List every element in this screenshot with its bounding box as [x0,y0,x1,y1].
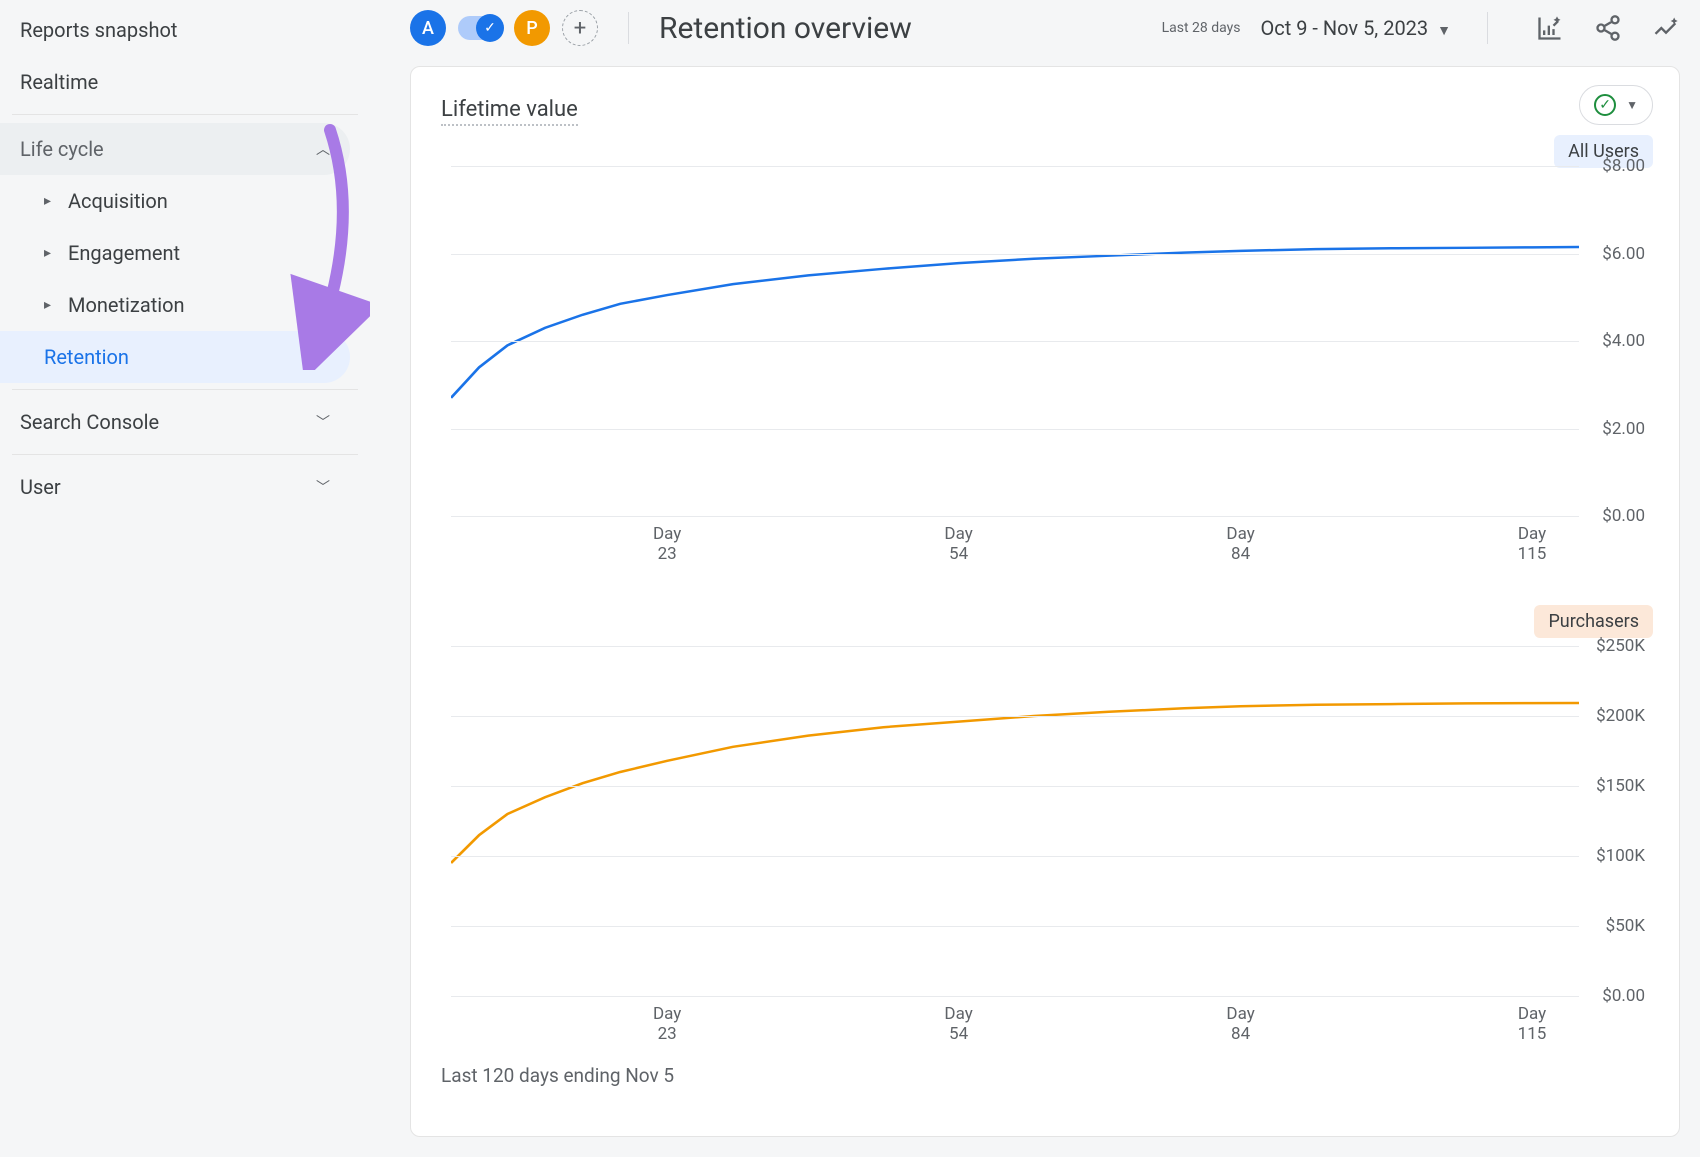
x-axis-label: Day23 [653,1004,681,1045]
main: A P + Retention overview Last 28 days Oc… [370,0,1700,1157]
segment-avatar-purchasers[interactable]: P [514,10,550,46]
gridline [451,646,1579,647]
x-axis: Day23 Day54 Day84 Day115 [451,1004,1579,1046]
x-axis-label: Day54 [944,1004,972,1045]
customize-report-icon[interactable] [1536,14,1564,42]
divider [12,114,358,115]
x-axis-label: Day115 [1518,1004,1547,1045]
plot-purchasers: $0.00$50K$100K$150K$200K$250K [451,646,1579,996]
date-range-prefix: Last 28 days [1162,20,1241,36]
sidebar-item-engagement[interactable]: Engagement [0,227,350,279]
x-axis-label: Day54 [944,524,972,565]
gridline [451,856,1579,857]
divider [12,454,358,455]
x-axis: Day23 Day54 Day84 Day115 [451,524,1579,566]
chip-purchasers[interactable]: Purchasers [1534,605,1653,638]
gridline [451,254,1579,255]
y-axis-label: $100K [1596,846,1645,866]
y-axis-label: $2.00 [1602,419,1645,439]
share-icon[interactable] [1594,14,1622,42]
chart-purchasers: $0.00$50K$100K$150K$200K$250K Day23 Day54… [441,646,1649,1046]
gridline [451,429,1579,430]
plot-all-users: $0.00$2.00$4.00$6.00$8.00 [451,166,1579,516]
divider [1487,12,1488,44]
add-segment-button[interactable]: + [562,10,598,46]
check-circle-icon: ✓ [1594,94,1616,116]
card-title: Lifetime value [441,97,578,126]
y-axis-label: $150K [1596,776,1645,796]
chart-footnote: Last 120 days ending Nov 5 [441,1064,1649,1087]
y-axis-label: $0.00 [1602,986,1645,1006]
gridline [451,926,1579,927]
sidebar-item-monetization[interactable]: Monetization [0,279,350,331]
chevron-down-icon: ﹀ [316,477,330,497]
chevron-down-icon: ▼ [1437,23,1451,39]
sidebar-item-reports-snapshot[interactable]: Reports snapshot [0,4,350,56]
y-axis-label: $250K [1596,636,1645,656]
x-axis-label: Day115 [1518,524,1547,565]
sidebar-section-life-cycle[interactable]: Life cycle ︿ [0,123,350,175]
header: A P + Retention overview Last 28 days Oc… [370,0,1700,66]
sidebar: Reports snapshot Realtime Life cycle ︿ A… [0,0,370,1157]
sidebar-item-realtime[interactable]: Realtime [0,56,350,108]
date-range-picker[interactable]: Oct 9 - Nov 5, 2023 ▼ [1260,16,1451,40]
page-title: Retention overview [659,11,1150,46]
date-range-text: Oct 9 - Nov 5, 2023 [1260,16,1428,40]
gridline [451,716,1579,717]
segment-toggle[interactable] [458,16,502,40]
chevron-up-icon: ︿ [316,139,330,159]
x-axis-label: Day84 [1226,524,1254,565]
segment-dropdown[interactable]: ✓ ▼ [1579,85,1653,125]
gridline [451,341,1579,342]
x-axis-label: Day84 [1226,1004,1254,1045]
y-axis-label: $6.00 [1602,244,1645,264]
chart-area: $0.00$2.00$4.00$6.00$8.00 Day23 Day54 Day8… [441,166,1649,1046]
chevron-down-icon: ﹀ [316,412,330,432]
y-axis-label: $50K [1606,916,1645,936]
gridline [451,166,1579,167]
y-axis-label: $8.00 [1602,156,1645,176]
y-axis-label: $200K [1596,706,1645,726]
sidebar-section-label: Life cycle [20,137,104,161]
gridline [451,786,1579,787]
chart-all-users: $0.00$2.00$4.00$6.00$8.00 Day23 Day54 Day8… [441,166,1649,566]
insights-icon[interactable] [1652,14,1680,42]
gridline [451,516,1579,517]
sidebar-item-retention[interactable]: Retention [0,331,350,383]
divider [12,389,358,390]
divider [628,12,629,44]
sidebar-section-label: User [20,475,61,499]
chevron-down-icon: ▼ [1626,98,1638,112]
sidebar-section-search-console[interactable]: Search Console ﹀ [0,396,350,448]
y-axis-label: $4.00 [1602,331,1645,351]
sidebar-section-label: Search Console [20,410,159,434]
x-axis-label: Day23 [653,524,681,565]
sidebar-section-user[interactable]: User ﹀ [0,461,350,513]
gridline [451,996,1579,997]
segment-avatar-all-users[interactable]: A [410,10,446,46]
y-axis-label: $0.00 [1602,506,1645,526]
lifetime-value-card: Lifetime value ✓ ▼ All Users Purchasers … [410,66,1680,1137]
sidebar-item-acquisition[interactable]: Acquisition [0,175,350,227]
